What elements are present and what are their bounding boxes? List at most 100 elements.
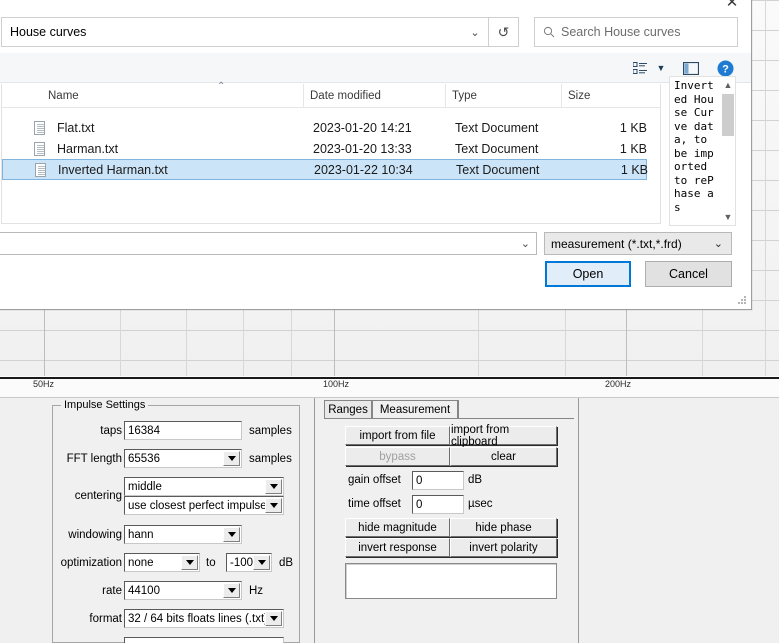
column-header-type-label: Type (452, 89, 477, 102)
label-optimization: optimization (60, 557, 122, 569)
notes-textarea[interactable] (345, 563, 557, 599)
freq-tick-label-100hz: 100Hz (323, 379, 350, 389)
import-from-clipboard-label: import from clipboard (451, 423, 510, 448)
cancel-button[interactable]: Cancel (645, 261, 732, 287)
input-time-offset[interactable]: 0 (412, 495, 464, 514)
combo-optimization[interactable]: none (124, 553, 200, 572)
combo-format-value: 32 / 64 bits floats lines (.txt) (128, 613, 268, 625)
label-rate: rate (102, 585, 122, 597)
clear-button[interactable]: clear (450, 447, 557, 466)
dialog-titlebar (0, 0, 751, 13)
file-open-dialog: ✕ House curves ⌄ ↺ Search House curves ▼… (0, 0, 752, 310)
view-options-icon[interactable] (630, 57, 650, 79)
address-bar[interactable]: House curves ⌄ (1, 17, 489, 47)
import-from-file-label: import from file (359, 429, 436, 442)
impulse-settings-title: Impulse Settings (61, 399, 149, 411)
invert-response-button[interactable]: invert response (345, 538, 450, 557)
chevron-down-icon[interactable]: ▼ (653, 57, 669, 79)
label-gain-offset: gain offset (348, 474, 401, 486)
bypass-button[interactable]: bypass (345, 447, 450, 466)
left-control-strip (0, 398, 42, 643)
combo-rate-value: 44100 (128, 585, 160, 597)
column-header-type[interactable]: Type (446, 84, 562, 107)
close-icon[interactable]: ✕ (723, 0, 741, 11)
svg-text:?: ? (722, 63, 729, 75)
resize-grip[interactable] (737, 296, 747, 306)
tab-ranges[interactable]: Ranges (324, 400, 372, 418)
unit-optimization: dB (279, 557, 294, 569)
scroll-up-icon[interactable]: ▲ (721, 77, 735, 93)
address-bar-value: House curves (10, 25, 87, 39)
combo-centering-impulse[interactable]: use closest perfect impulse (124, 496, 284, 515)
file-list: Name ⌃ Date modified Type Size Flat.txt … (1, 81, 661, 224)
column-header-date-label: Date modified (310, 89, 381, 102)
import-from-file-button[interactable]: import from file (345, 426, 450, 445)
column-header-date-modified[interactable]: Date modified (304, 84, 446, 107)
chevron-down-icon (223, 583, 240, 598)
search-box[interactable]: Search House curves (534, 17, 738, 47)
combo-windowing-value: hann (128, 529, 154, 541)
input-taps[interactable]: 16384 (124, 421, 242, 440)
invert-response-label: invert response (358, 541, 437, 554)
scrollbar-thumb[interactable] (722, 94, 734, 136)
file-date: 2023-01-22 10:34 (314, 162, 413, 177)
invert-polarity-label: invert polarity (469, 541, 538, 554)
chevron-down-icon[interactable]: ⌄ (521, 237, 530, 250)
tab-measurement[interactable]: Measurement (372, 400, 458, 418)
table-row[interactable]: Flat.txt 2023-01-20 14:21 Text Document … (2, 117, 647, 138)
chevron-down-icon (265, 479, 282, 494)
chevron-down-icon (265, 611, 282, 626)
file-type: Text Document (455, 141, 539, 156)
file-type-filter-value: measurement (*.txt,*.frd) (551, 236, 682, 251)
file-name: Harman.txt (57, 141, 119, 156)
preview-scrollbar[interactable]: ▲ ▼ (721, 77, 735, 225)
text-file-icon (34, 141, 45, 156)
cancel-button-label: Cancel (669, 267, 708, 281)
panel-tabs: Ranges Measurement (324, 400, 574, 418)
search-input[interactable]: Search House curves (561, 25, 681, 39)
file-date: 2023-01-20 13:33 (313, 141, 412, 156)
impulse-settings-group: Impulse Settings (52, 399, 300, 643)
unit-taps: samples (249, 425, 292, 437)
combo-windowing[interactable]: hann (124, 525, 242, 544)
label-format: format (89, 613, 122, 625)
sort-ascending-icon: ⌃ (217, 81, 226, 92)
text-file-icon (35, 162, 46, 177)
frequency-axis-strip (0, 376, 779, 398)
label-fft-length: FFT length (66, 453, 122, 465)
combo-centering-impulse-value: use closest perfect impulse (128, 500, 267, 512)
combo-centering-mode[interactable]: middle (124, 477, 284, 496)
hide-magnitude-button[interactable]: hide magnitude (345, 518, 450, 537)
import-from-clipboard-button[interactable]: import from clipboard (450, 423, 557, 448)
combo-format[interactable]: 32 / 64 bits floats lines (.txt) (124, 609, 284, 628)
file-name: Flat.txt (57, 120, 95, 135)
column-header-size[interactable]: Size (562, 84, 660, 107)
hide-phase-label: hide phase (475, 521, 532, 534)
column-header-name[interactable]: Name ⌃ (42, 81, 304, 107)
search-icon (535, 26, 561, 38)
file-name: Inverted Harman.txt (58, 162, 168, 177)
scroll-down-icon[interactable]: ▼ (721, 209, 735, 225)
refresh-icon: ↺ (497, 23, 510, 40)
unit-gain-offset: dB (468, 474, 483, 486)
table-row[interactable]: Harman.txt 2023-01-20 13:33 Text Documen… (2, 138, 647, 159)
chevron-down-icon (265, 498, 282, 513)
filename-input[interactable]: ⌄ (0, 232, 537, 255)
refresh-button[interactable]: ↺ (489, 17, 519, 47)
combo-file-partial[interactable] (124, 637, 284, 643)
label-centering: centering (74, 490, 122, 502)
combo-rate[interactable]: 44100 (124, 581, 242, 600)
tab-measurement-label: Measurement (379, 403, 451, 416)
dialog-toolbar: ▼ ? (0, 53, 751, 83)
table-row[interactable]: Inverted Harman.txt 2023-01-22 10:34 Tex… (2, 159, 648, 180)
input-gain-offset[interactable]: 0 (412, 471, 464, 490)
hide-phase-button[interactable]: hide phase (450, 518, 557, 537)
open-button[interactable]: Open (545, 261, 631, 287)
combo-optimization-threshold[interactable]: -100 (226, 553, 272, 572)
chevron-down-icon[interactable]: ⌄ (462, 26, 488, 39)
combo-optimization-threshold-value: -100 (230, 557, 254, 569)
invert-polarity-button[interactable]: invert polarity (450, 538, 557, 557)
filename-row: ⌄ measurement (*.txt,*.frd) ⌄ (0, 232, 751, 256)
file-type-filter[interactable]: measurement (*.txt,*.frd) ⌄ (544, 232, 732, 255)
combo-fft-length[interactable]: 65536 (124, 449, 242, 468)
